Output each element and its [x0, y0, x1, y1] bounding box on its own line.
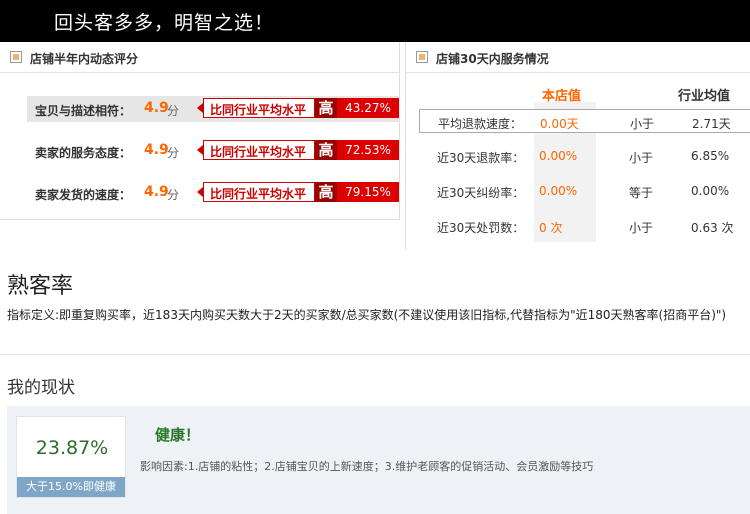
comparison-relation: 小于 — [630, 117, 655, 131]
rating-label: 宝贝与描述相符： — [35, 104, 132, 118]
compare-percent: 43.27% — [337, 98, 399, 118]
store-value: 0.00% — [539, 184, 578, 198]
rating-label: 卖家发货的速度： — [35, 188, 132, 202]
industry-value: 0.00% — [691, 184, 730, 198]
repeat-rate-card: 23.87% 大于15.0%即健康 — [16, 416, 126, 498]
service-metric-name: 近30天纠纷率： — [437, 186, 525, 200]
comparison-relation: 等于 — [629, 186, 654, 200]
compare-tag: 比同行业平均水平 — [197, 98, 315, 118]
rating-label: 卖家的服务态度： — [35, 146, 132, 160]
service-header: 店铺30天内服务情况 — [406, 42, 750, 73]
industry-value: 2.71天 — [692, 117, 731, 131]
rating-row-description: 宝贝与描述相符： 4.9 分 比同行业平均水平 高 43.27% — [27, 96, 400, 122]
level-badge: 高 — [315, 182, 337, 202]
industry-value: 6.85% — [691, 149, 730, 163]
service-row-penalty-count: 近30天处罚数： 0 次 小于 0.63 次 — [419, 214, 750, 238]
compare-label: 比同行业平均水平 — [210, 145, 307, 159]
dynamic-rating-panel: 店铺半年内动态评分 宝贝与描述相符： 4.9 分 比同行业平均水平 高 43.2… — [0, 42, 400, 220]
rating-unit: 分 — [167, 146, 180, 160]
industry-value: 0.63 次 — [691, 221, 734, 235]
divider — [0, 354, 750, 355]
store-value: 0 次 — [539, 221, 563, 235]
health-status: 健康！ — [155, 426, 201, 444]
current-status-heading: 我的现状 — [7, 378, 75, 398]
banner-slogan: 回头客多多，明智之选！ — [54, 12, 275, 34]
rating-row-shipping: 卖家发货的速度： 4.9 分 比同行业平均水平 高 79.15% — [27, 180, 400, 206]
dynamic-rating-title: 店铺半年内动态评分 — [30, 52, 139, 66]
calendar-icon — [10, 51, 22, 63]
rating-unit: 分 — [167, 188, 180, 202]
service-metric-name: 平均退款速度： — [438, 117, 523, 131]
service-row-refund-speed: 平均退款速度： 0.00天 小于 2.71天 — [419, 109, 750, 133]
influence-factors: 影响因素:1.店铺的粘性；2.店铺宝贝的上新速度；3.维护老顾客的促销活动、会员… — [140, 460, 594, 473]
dynamic-rating-header: 店铺半年内动态评分 — [0, 42, 399, 73]
store-value: 0.00% — [539, 149, 578, 163]
repeat-rate-value: 23.87% — [35, 437, 109, 459]
top-banner: 回头客多多，明智之选！ — [0, 0, 750, 42]
store-value: 0.00天 — [540, 117, 579, 131]
service-panel: 店铺30天内服务情况 本店值 行业均值 平均退款速度： 0.00天 小于 2.7… — [405, 42, 750, 250]
industry-column-header: 行业均值 — [678, 89, 731, 104]
store-column-header: 本店值 — [542, 89, 582, 104]
service-metric-name: 近30天处罚数： — [437, 221, 525, 235]
compare-label: 比同行业平均水平 — [210, 103, 307, 117]
compare-label: 比同行业平均水平 — [210, 187, 307, 201]
metric-definition: 指标定义:即重复购买率，近183天内购买天数大于2天的买家数/总买家数(不建议使… — [7, 308, 727, 322]
rating-row-service: 卖家的服务态度： 4.9 分 比同行业平均水平 高 72.53% — [27, 138, 400, 164]
service-metric-name: 近30天退款率： — [437, 151, 525, 165]
compare-percent: 79.15% — [337, 182, 399, 202]
rating-score: 4.9 — [144, 184, 169, 200]
service-row-dispute-rate: 近30天纠纷率： 0.00% 等于 0.00% — [419, 179, 750, 203]
health-threshold: 大于15.0%即健康 — [17, 477, 125, 497]
comparison-relation: 小于 — [629, 221, 654, 235]
repeat-rate-heading: 熟客率 — [7, 274, 74, 299]
rating-score: 4.9 — [144, 142, 169, 158]
service-row-refund-rate: 近30天退款率： 0.00% 小于 6.85% — [419, 144, 750, 168]
compare-tag: 比同行业平均水平 — [197, 182, 315, 202]
level-badge: 高 — [315, 140, 337, 160]
comparison-relation: 小于 — [629, 151, 654, 165]
rating-unit: 分 — [167, 104, 180, 118]
status-area: 23.87% 大于15.0%即健康 健康！ 影响因素:1.店铺的粘性；2.店铺宝… — [7, 406, 750, 514]
calendar-icon — [416, 51, 428, 63]
compare-tag: 比同行业平均水平 — [197, 140, 315, 160]
level-badge: 高 — [315, 98, 337, 118]
rating-score: 4.9 — [144, 100, 169, 116]
compare-percent: 72.53% — [337, 140, 399, 160]
service-title: 店铺30天内服务情况 — [436, 52, 549, 66]
